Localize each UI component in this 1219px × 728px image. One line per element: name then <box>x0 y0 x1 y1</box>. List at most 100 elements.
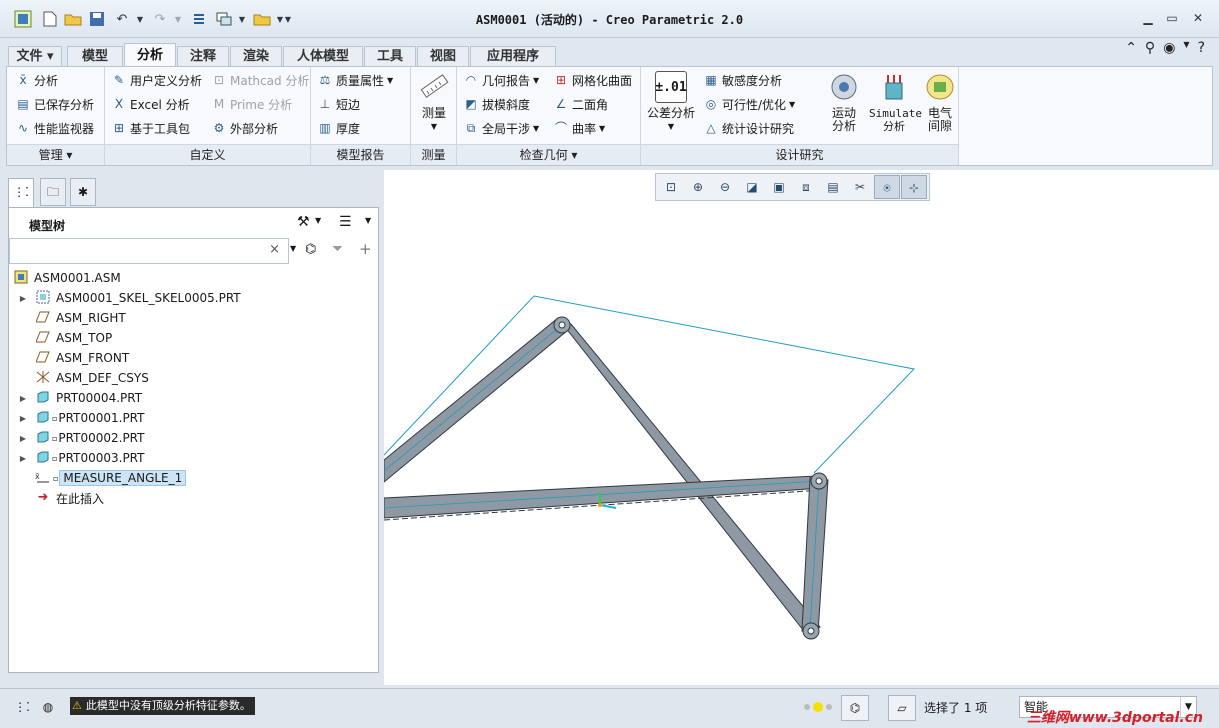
warning-icon: ⚠ <box>72 699 82 712</box>
add-filter-icon[interactable]: + <box>359 240 372 258</box>
tree-item-prt00002[interactable]: ▶ ▫ PRT00002.PRT <box>9 428 378 448</box>
datum-display-icon[interactable]: ✂ <box>847 175 873 199</box>
tab-annotate[interactable]: 注释 <box>177 46 229 66</box>
dihedral-angle-button[interactable]: ∠ 二面角 <box>553 94 608 114</box>
toggle-navigator-icon[interactable]: ⋮⁚ <box>8 695 36 721</box>
external-analysis-button[interactable]: ⚙ 外部分析 <box>211 118 278 138</box>
zoom-out-icon[interactable]: ⊖ <box>712 175 738 199</box>
expand-arrow-icon[interactable]: ▶ <box>17 294 29 303</box>
tree-item-label: PRT00002.PRT <box>58 431 145 445</box>
global-interference-button[interactable]: ⧉ 全局干涉 ▼ <box>463 118 539 138</box>
statistical-design-study-button[interactable]: △ 统计设计研究 <box>703 118 794 138</box>
tree-item-skeleton[interactable]: ▶ ASM0001_SKEL_SKEL0005.PRT <box>9 288 378 308</box>
analysis-button[interactable]: x̄ 分析 <box>15 70 58 90</box>
saved-analysis-button[interactable]: ▤ 已保存分析 <box>15 94 94 114</box>
tab-model[interactable]: 模型 <box>67 46 123 66</box>
expand-arrow-icon[interactable]: ▶ <box>17 414 29 423</box>
maximize-icon[interactable]: ▭ <box>1163 10 1181 26</box>
display-style-icon[interactable]: ▣ <box>766 175 792 199</box>
spin-center-icon[interactable]: ⊹ <box>901 175 927 199</box>
short-edge-button[interactable]: ⊥ 短边 <box>317 94 360 114</box>
excel-analysis-button[interactable]: X Excel 分析 <box>111 94 190 114</box>
global-interference-icon: ⧉ <box>466 121 476 135</box>
search-dropdown-icon[interactable]: ▼ <box>290 244 296 253</box>
graphics-window[interactable] <box>383 170 1219 685</box>
tab-applications[interactable]: 应用程序 <box>470 46 556 66</box>
expand-arrow-icon[interactable]: ▶ <box>17 454 29 463</box>
tolerance-analysis-button[interactable]: ±.01 公差分析 ▼ <box>647 71 695 133</box>
model-tree-header: 模型树 ⚒ ▼ ☰ ▼ <box>9 208 378 238</box>
tree-item-asm-front[interactable]: ASM_FRONT <box>9 348 378 368</box>
tree-item-prt00003[interactable]: ▶ ▫ PRT00003.PRT <box>9 448 378 468</box>
community-dropdown-icon[interactable]: ▼ <box>1183 40 1189 56</box>
feasibility-optimization-button[interactable]: ◎ 可行性/优化 ▼ <box>703 94 795 114</box>
part-icon <box>35 450 51 466</box>
expand-arrow-icon[interactable]: ▶ <box>17 394 29 403</box>
toggle-browser-icon[interactable]: ◍ <box>34 695 62 721</box>
refit-icon[interactable]: ⊡ <box>658 175 684 199</box>
search-icon[interactable]: ⚲ <box>1145 40 1155 56</box>
sensitivity-analysis-button[interactable]: ▦ 敏感度分析 <box>703 70 782 90</box>
tree-item-asm-def-csys[interactable]: ASM_DEF_CSYS <box>9 368 378 388</box>
view-manager-icon[interactable]: ▤ <box>820 175 846 199</box>
clear-search-icon[interactable]: × <box>269 242 280 257</box>
mesh-surface-button[interactable]: ⊞ 网格化曲面 <box>553 70 632 90</box>
link-ground <box>383 475 823 519</box>
model-tree-panel: 模型树 ⚒ ▼ ☰ ▼ × ▼ ⌬ ⏷ + ASM0001.ASM ▶ ASM0… <box>8 207 379 673</box>
zoom-in-icon[interactable]: ⊕ <box>685 175 711 199</box>
tab-folder-browser[interactable]: 🗀 <box>40 178 66 206</box>
tab-favorites[interactable]: ✱ <box>70 178 96 206</box>
tree-item-prt00001[interactable]: ▶ ▫ PRT00001.PRT <box>9 408 378 428</box>
show-options-icon[interactable]: ☰ <box>339 214 352 230</box>
group-label-inspect-geometry[interactable]: 检查几何 ▾ <box>457 144 640 165</box>
mathcad-analysis-button[interactable]: ⊡ Mathcad 分析 <box>211 70 309 90</box>
simulate-analysis-button[interactable]: Simulate 分析 <box>869 71 922 133</box>
tree-item-asm-top[interactable]: ASM_TOP <box>9 328 378 348</box>
community-icon[interactable]: ◉ <box>1163 40 1175 56</box>
dropdown-arrow-icon: ▼ <box>387 75 394 85</box>
show-dropdown-icon[interactable]: ▼ <box>365 216 371 225</box>
tree-item-measure-angle[interactable]: x̄ ▫ MEASURE_ANGLE_1 <box>9 468 378 488</box>
draft-button[interactable]: ◩ 拔模斜度 <box>463 94 530 114</box>
tree-item-asm0001[interactable]: ASM0001.ASM <box>9 268 378 288</box>
mass-properties-button[interactable]: ⚖ 质量属性 ▼ <box>317 70 394 90</box>
settings-dropdown-icon[interactable]: ▼ <box>315 216 321 225</box>
find-binoculars-icon[interactable]: ⌬ <box>305 242 316 257</box>
performance-monitor-button[interactable]: ∿ 性能监视器 <box>15 118 94 138</box>
joint-top-hole <box>558 321 566 329</box>
tree-search-input[interactable] <box>12 240 260 262</box>
close-icon[interactable]: ✕ <box>1189 10 1207 26</box>
selection-mode-button[interactable]: ▱ <box>888 695 916 721</box>
settings-tools-icon[interactable]: ⚒ <box>297 214 310 230</box>
tree-item-insert-here[interactable]: ➜ 在此插入 <box>9 488 378 508</box>
measure-button[interactable]: 测量 ▼ <box>411 71 457 133</box>
thickness-button[interactable]: ▥ 厚度 <box>317 118 360 138</box>
tree-item-prt00004[interactable]: ▶ PRT00004.PRT <box>9 388 378 408</box>
curvature-button[interactable]: ⌒ 曲率 ▼ <box>553 118 605 138</box>
motion-analysis-button[interactable]: 运动 分析 <box>821 71 867 133</box>
repaint-icon[interactable]: ◪ <box>739 175 765 199</box>
toolkit-based-button[interactable]: ⊞ 基于工具包 <box>111 118 190 138</box>
tab-tools[interactable]: 工具 <box>364 46 416 66</box>
tab-render[interactable]: 渲染 <box>230 46 282 66</box>
electrical-clearance-button[interactable]: 电气 间隙 <box>917 71 963 133</box>
group-label-manage[interactable]: 管理 ▾ <box>7 144 104 165</box>
expand-arrow-icon[interactable]: ▶ <box>17 434 29 443</box>
collapse-ribbon-icon[interactable]: ⌃ <box>1125 40 1137 56</box>
tree-item-asm-right[interactable]: ASM_RIGHT <box>9 308 378 328</box>
filter-icon[interactable]: ⏷ <box>332 241 343 257</box>
tab-analysis[interactable]: 分析 <box>124 43 176 67</box>
user-defined-analysis-button[interactable]: ✎ 用户定义分析 <box>111 70 202 90</box>
help-icon[interactable]: ? <box>1198 40 1205 56</box>
tab-model-tree[interactable]: ⋮⁚ <box>8 178 34 208</box>
minimize-icon[interactable]: ▁ <box>1139 10 1157 26</box>
saved-orientations-icon[interactable]: ⧈ <box>793 175 819 199</box>
find-button[interactable]: ⌬ <box>841 695 869 721</box>
tab-view[interactable]: 视图 <box>417 46 469 66</box>
tab-manikin[interactable]: 人体模型 <box>283 46 363 66</box>
geometry-report-button[interactable]: ◠ 几何报告 ▼ <box>463 70 539 90</box>
tab-file[interactable]: 文件 ▾ <box>8 46 62 66</box>
annotation-display-icon[interactable]: ⍟ <box>874 175 900 199</box>
prime-analysis-button[interactable]: M Prime 分析 <box>211 94 292 114</box>
button-label: 敏感度分析 <box>722 73 783 88</box>
